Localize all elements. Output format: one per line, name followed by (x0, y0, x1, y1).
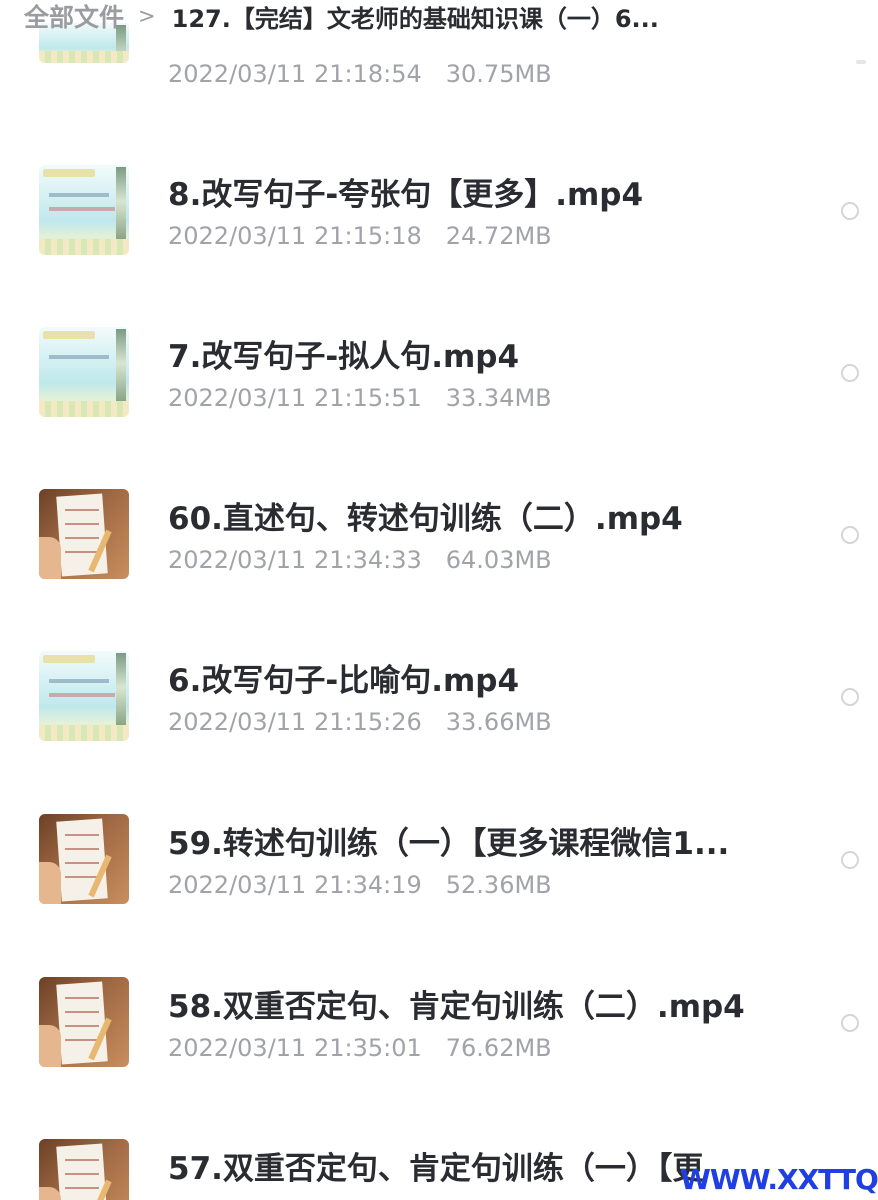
select-radio[interactable] (841, 364, 859, 382)
file-meta: 2022/03/11 21:34:19 52.36MB (168, 871, 552, 899)
file-name: 8.改写句子-夸张句【更多】.mp4 (168, 177, 644, 213)
video-thumbnail (39, 489, 129, 579)
file-row[interactable]: 6.改写句子-比喻句.mp4 2022/03/11 21:15:26 33.66M… (0, 631, 878, 793)
file-name: 58.双重否定句、肯定句训练（二）.mp4 (168, 989, 745, 1025)
file-name: 7.改写句子-拟人句.mp4 (168, 339, 520, 375)
select-radio[interactable] (841, 526, 859, 544)
breadcrumb-root-link[interactable]: 全部文件 (24, 0, 124, 34)
file-size: 30.75MB (445, 60, 552, 88)
file-name: 59.转述句训练（一）【更多课程微信1... (168, 826, 730, 862)
breadcrumb: 全部文件 > 127.【完结】文老师的基础知识课（一）6... (24, 0, 659, 34)
file-row[interactable]: 60.直述句、转述句训练（二）.mp4 2022/03/11 21:34:33 6… (0, 469, 878, 631)
file-date: 2022/03/11 21:15:51 (168, 384, 422, 412)
file-browser-page: 全部文件 > 127.【完结】文老师的基础知识课（一）6... 2022/03/… (0, 0, 878, 1200)
file-meta: 2022/03/11 21:18:54 30.75MB (168, 60, 552, 88)
file-row[interactable]: 7.改写句子-拟人句.mp4 2022/03/11 21:15:51 33.34M… (0, 307, 878, 469)
file-size: 33.34MB (445, 384, 552, 412)
video-thumbnail (39, 651, 129, 741)
file-meta: 2022/03/11 21:15:51 33.34MB (168, 384, 552, 412)
file-date: 2022/03/11 21:35:01 (168, 1034, 422, 1062)
select-radio[interactable] (841, 688, 859, 706)
file-size: 24.72MB (445, 222, 552, 250)
file-name: 60.直述句、转述句训练（二）.mp4 (168, 501, 683, 537)
file-name: 57.双重否定句、肯定句训练（一）【更 (168, 1151, 704, 1187)
file-meta: 2022/03/11 21:34:33 64.03MB (168, 546, 552, 574)
file-date: 2022/03/11 21:34:19 (168, 871, 422, 899)
video-thumbnail (39, 1139, 129, 1200)
file-row[interactable]: 8.改写句子-夸张句【更多】.mp4 2022/03/11 21:15:18 24… (0, 145, 878, 307)
video-thumbnail (39, 327, 129, 417)
file-date: 2022/03/11 21:15:26 (168, 708, 422, 736)
file-name: 6.改写句子-比喻句.mp4 (168, 663, 520, 699)
file-size: 64.03MB (445, 546, 552, 574)
file-row[interactable]: 58.双重否定句、肯定句训练（二）.mp4 2022/03/11 21:35:0… (0, 957, 878, 1119)
select-radio[interactable] (841, 1014, 859, 1032)
breadcrumb-separator: > (138, 4, 156, 28)
file-meta: 2022/03/11 21:15:18 24.72MB (168, 222, 552, 250)
file-meta: 2022/03/11 21:35:01 76.62MB (168, 1034, 552, 1062)
file-row[interactable]: 59.转述句训练（一）【更多课程微信1... 2022/03/11 21:34:… (0, 794, 878, 956)
file-date: 2022/03/11 21:15:18 (168, 222, 422, 250)
select-radio[interactable] (841, 851, 859, 869)
file-date: 2022/03/11 21:34:33 (168, 546, 422, 574)
file-date: 2022/03/11 21:18:54 (168, 60, 422, 88)
file-size: 76.62MB (445, 1034, 552, 1062)
file-size: 33.66MB (445, 708, 552, 736)
breadcrumb-current-folder: 127.【完结】文老师的基础知识课（一）6... (171, 4, 659, 33)
video-thumbnail (39, 814, 129, 904)
file-meta: 2022/03/11 21:15:26 33.66MB (168, 708, 552, 736)
select-radio[interactable] (841, 202, 859, 220)
video-thumbnail (39, 977, 129, 1067)
video-thumbnail (39, 165, 129, 255)
file-size: 52.36MB (445, 871, 552, 899)
watermark-text: WWW.XXTTQ.COM (680, 1163, 878, 1196)
